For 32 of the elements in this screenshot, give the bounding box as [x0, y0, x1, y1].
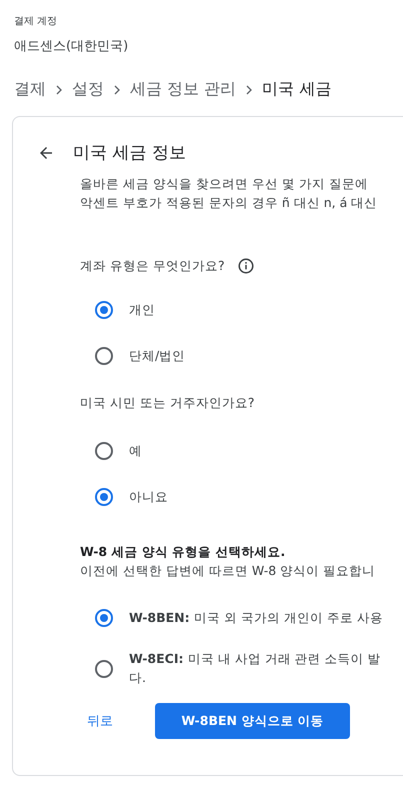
- question-text: 계좌 유형은 무엇인가요?: [80, 258, 225, 274]
- section-subtitle: 이전에 선택한 답변에 따르면 W-8 양식이 필요합니: [80, 562, 376, 580]
- radio-button[interactable]: [95, 488, 113, 506]
- account-label: 결제 계정: [14, 15, 58, 28]
- back-button[interactable]: 뒤로: [75, 704, 125, 738]
- chevron-icon: [114, 84, 120, 94]
- option-label: 단체/법인: [129, 348, 186, 364]
- radio-button[interactable]: [95, 609, 113, 627]
- breadcrumb-item[interactable]: 설정: [72, 79, 104, 100]
- continue-button[interactable]: W-8BEN 양식으로 이동: [155, 703, 350, 739]
- page-title: 미국 세금 정보: [73, 142, 186, 164]
- intro-text: 올바른 세금 양식을 찾으려면 우선 몇 가지 질문에: [80, 175, 369, 193]
- intro-text: 악센트 부호가 적용된 문자의 경우 ñ 대신 n, á 대신: [80, 194, 378, 212]
- radio-button[interactable]: [95, 660, 113, 678]
- radio-button[interactable]: [95, 347, 113, 365]
- info-icon[interactable]: [236, 257, 255, 275]
- breadcrumb-item[interactable]: 미국 세금: [262, 79, 332, 100]
- option-description: W-8BEN: 미국 외 국가의 개인이 주로 사용: [129, 609, 383, 627]
- option-description: W-8ECI: 미국 내 사업 거래 관련 소득이 발: [129, 650, 381, 668]
- option-description: 다.: [129, 669, 147, 687]
- breadcrumb-item[interactable]: 결제: [14, 79, 46, 100]
- option-label: 아니요: [129, 488, 168, 506]
- question-text: 미국 시민 또는 거주자인가요?: [80, 395, 255, 412]
- option-label: 예: [129, 442, 142, 460]
- section-title: W-8 세금 양식 유형을 선택하세요.: [80, 544, 286, 561]
- chevron-icon: [246, 84, 252, 94]
- breadcrumb-item[interactable]: 세금 정보 관리: [130, 79, 236, 100]
- chevron-icon: [56, 84, 62, 94]
- radio-button[interactable]: [95, 442, 113, 460]
- account-name: 애드센스(대한민국): [14, 38, 130, 55]
- option-label: 개인: [129, 302, 155, 318]
- radio-button[interactable]: [95, 301, 113, 319]
